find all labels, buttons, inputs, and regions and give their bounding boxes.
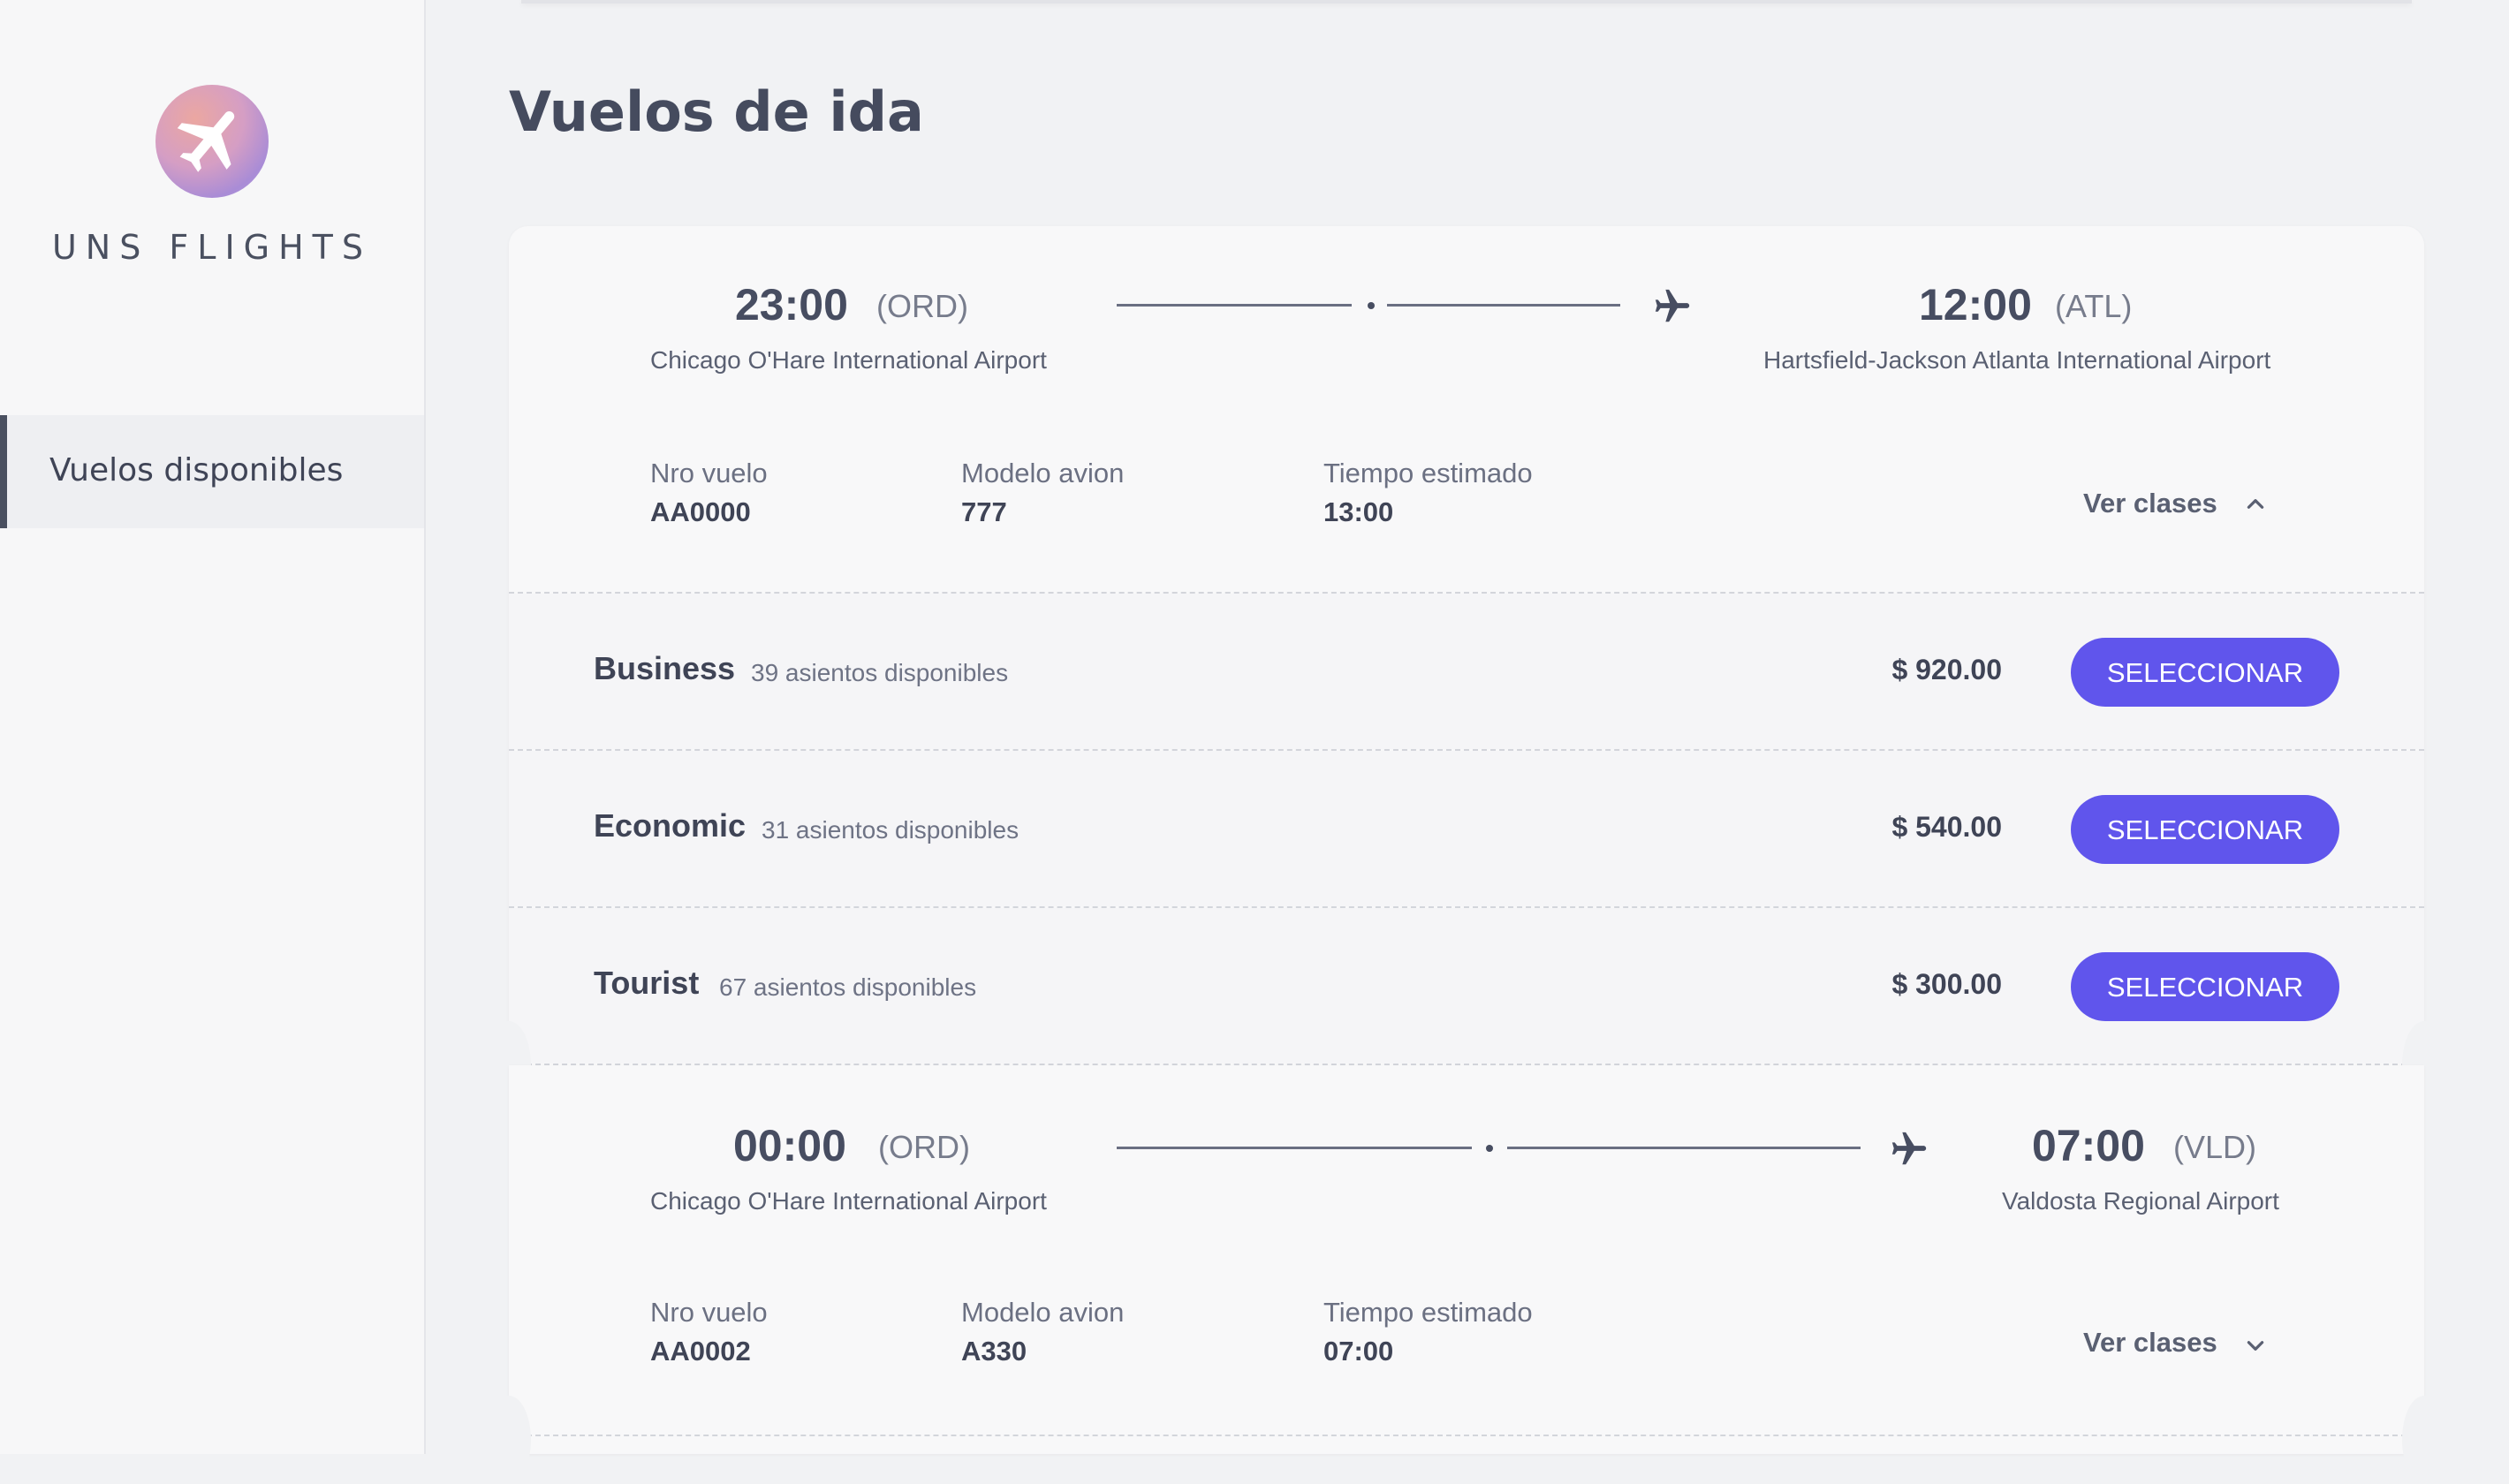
page-title: Vuelos de ida [509,80,924,144]
select-economic-button[interactable]: SELECCIONAR [2071,795,2339,864]
class-row-tourist: Tourist 67 asientos disponibles $ 300.00… [509,908,2424,1064]
airplane-icon [177,111,235,172]
ver-clases-toggle[interactable]: Ver clases [2083,488,2264,519]
class-row-business: Business 39 asientos disponibles $ 920.0… [509,594,2424,749]
ver-clases-toggle[interactable]: Ver clases [2083,1327,2264,1359]
flight-number-label: Nro vuelo [650,1297,768,1328]
arrival-code: (ATL) [2055,288,2133,324]
aircraft-model: A330 [961,1336,1027,1367]
arrival-code: (VLD) [2173,1129,2257,1165]
class-price: $ 920.00 [1891,654,2002,685]
flight-card: 23:00 (ORD) Chicago O'Hare International… [509,226,2424,1065]
class-name: Economic [594,807,747,844]
ver-clases-label: Ver clases [2083,488,2217,519]
class-price: $ 540.00 [1891,811,2002,843]
departure-code: (ORD) [876,288,968,324]
seats-available: 39 asientos disponibles [751,659,1009,686]
sidebar-item-vuelos-disponibles[interactable]: Vuelos disponibles [0,415,424,528]
sidebar: UNS FLIGHTS Vuelos disponibles [0,0,426,1454]
arrival-time: 12:00 [1919,280,2032,329]
flight-number: AA0002 [650,1336,751,1367]
flight-number: AA0000 [650,496,751,527]
chevron-up-icon [2247,499,2264,509]
route-line [1117,1147,1472,1149]
select-business-button[interactable]: SELECCIONAR [2071,638,2339,707]
brand-name: UNS FLIGHTS [51,228,373,267]
class-name: Tourist [594,965,700,1001]
arrival-airport: Hartsfield-Jackson Atlanta International… [1763,346,2271,374]
route-line [1117,304,1352,307]
brand-logo [155,85,269,198]
top-bar-edge [521,0,2412,4]
ver-clases-label: Ver clases [2083,1327,2217,1358]
seats-available: 67 asientos disponibles [719,973,977,1001]
departure-time: 23:00 [735,280,848,329]
estimated-time: 13:00 [1323,496,1394,527]
departure-airport: Chicago O'Hare International Airport [650,1187,1047,1215]
arrival-time: 07:00 [2032,1121,2145,1170]
estimated-time-label: Tiempo estimado [1323,458,1533,488]
seats-available: 31 asientos disponibles [762,816,1020,844]
estimated-time-label: Tiempo estimado [1323,1297,1533,1328]
class-row-economic: Economic 31 asientos disponibles $ 540.0… [509,751,2424,906]
aircraft-model-label: Modelo avion [961,1297,1125,1328]
flight-card: 00:00 (ORD) Chicago O'Hare International… [509,1065,2424,1454]
class-name: Business [594,650,736,686]
chevron-down-icon [2247,1341,2264,1351]
ticket-notch [487,1396,531,1484]
departure-code: (ORD) [878,1129,970,1165]
estimated-time: 07:00 [1323,1336,1394,1367]
flight-number-label: Nro vuelo [650,458,768,488]
airplane-icon [1891,1132,1927,1165]
airplane-icon [1655,289,1690,322]
sidebar-item-label: Vuelos disponibles [49,452,344,488]
departure-time: 00:00 [733,1121,846,1170]
route-stop-dot [1368,302,1375,309]
route-line [1387,304,1620,307]
ticket-notch [2402,1396,2446,1484]
class-price: $ 300.00 [1891,968,2002,1000]
departure-airport: Chicago O'Hare International Airport [650,346,1047,374]
divider [509,1435,2424,1436]
aircraft-model: 777 [961,496,1007,527]
arrival-airport: Valdosta Regional Airport [2002,1187,2279,1215]
aircraft-model-label: Modelo avion [961,458,1125,488]
select-tourist-button[interactable]: SELECCIONAR [2071,952,2339,1021]
route-stop-dot [1486,1145,1493,1152]
route-line [1507,1147,1861,1149]
